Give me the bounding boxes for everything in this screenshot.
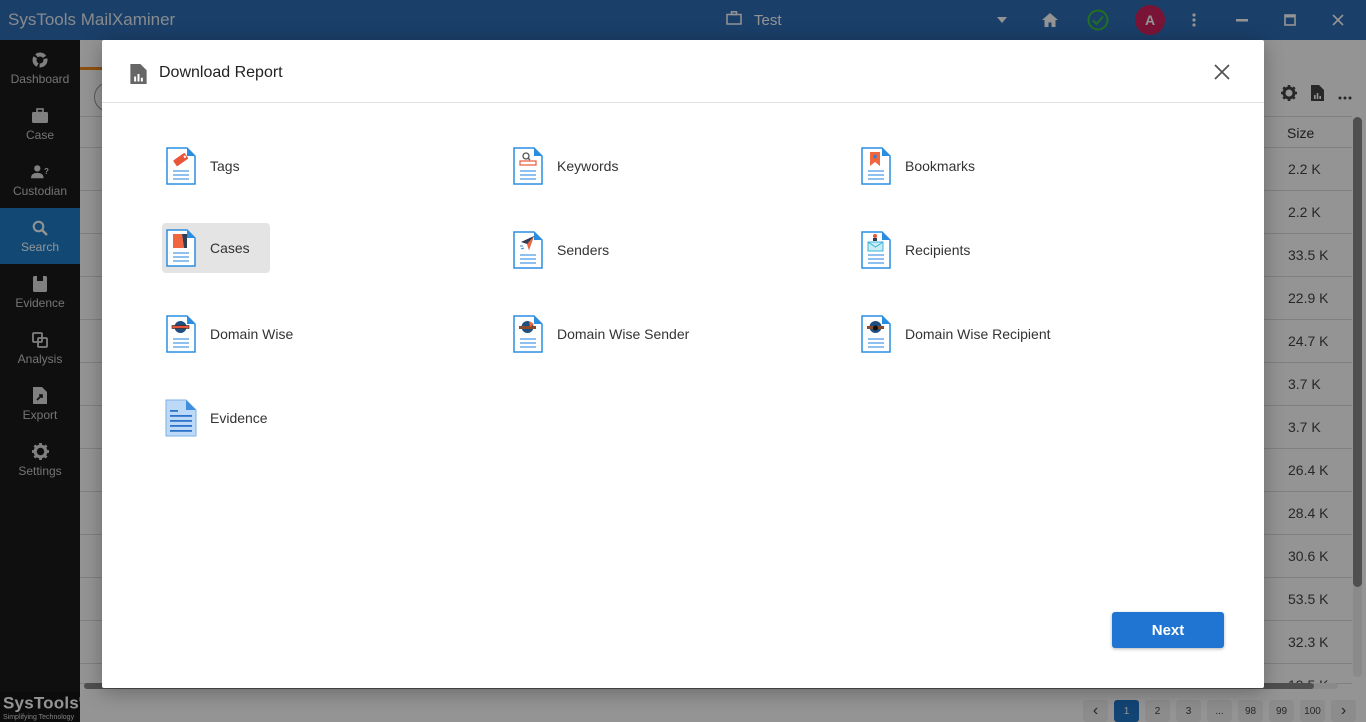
- report-label: Cases: [210, 240, 250, 256]
- report-label: Bookmarks: [905, 158, 976, 174]
- tag-report-icon: [166, 147, 196, 185]
- report-option-cases[interactable]: Cases: [162, 223, 270, 273]
- report-label: Keywords: [557, 158, 619, 174]
- report-option-keywords[interactable]: Keywords: [509, 141, 638, 191]
- sender-report-icon: [513, 231, 543, 269]
- report-label: Senders: [557, 242, 610, 258]
- domain-recipient-report-icon: [861, 315, 891, 353]
- report-label: Recipients: [905, 242, 971, 258]
- report-option-domain-wise-sender[interactable]: Domain Wise Sender: [509, 309, 709, 359]
- keyword-report-icon: [513, 147, 543, 185]
- report-option-tags[interactable]: Tags: [162, 141, 260, 191]
- report-option-bookmarks[interactable]: Bookmarks: [857, 141, 995, 191]
- report-label: Domain Wise: [210, 326, 294, 342]
- close-icon[interactable]: [1212, 62, 1232, 82]
- download-report-dialog: Download Report Tags Keywords Bookmarks …: [102, 40, 1264, 688]
- domain-sender-report-icon: [513, 315, 543, 353]
- next-button[interactable]: Next: [1112, 612, 1224, 648]
- bookmark-report-icon: [861, 147, 891, 185]
- evidence-report-icon: [165, 399, 197, 437]
- report-label: Evidence: [210, 410, 268, 426]
- report-option-recipients[interactable]: Recipients: [857, 225, 990, 275]
- case-report-icon: [166, 229, 196, 267]
- report-option-domain-wise-recipient[interactable]: Domain Wise Recipient: [857, 309, 1071, 359]
- report-label: Domain Wise Recipient: [905, 326, 1051, 342]
- dialog-title: Download Report: [159, 64, 283, 81]
- report-option-domain-wise[interactable]: Domain Wise: [162, 309, 313, 359]
- app-window: SysTools MailXaminer Test A Dashboard Ca…: [0, 0, 1366, 722]
- dialog-header: Download Report: [102, 40, 1264, 103]
- report-option-evidence[interactable]: Evidence: [162, 393, 288, 443]
- report-label: Domain Wise Sender: [557, 326, 690, 342]
- report-option-senders[interactable]: Senders: [509, 225, 629, 275]
- report-icon: [130, 64, 147, 89]
- domain-report-icon: [166, 315, 196, 353]
- report-label: Tags: [210, 158, 240, 174]
- recipient-report-icon: [861, 231, 891, 269]
